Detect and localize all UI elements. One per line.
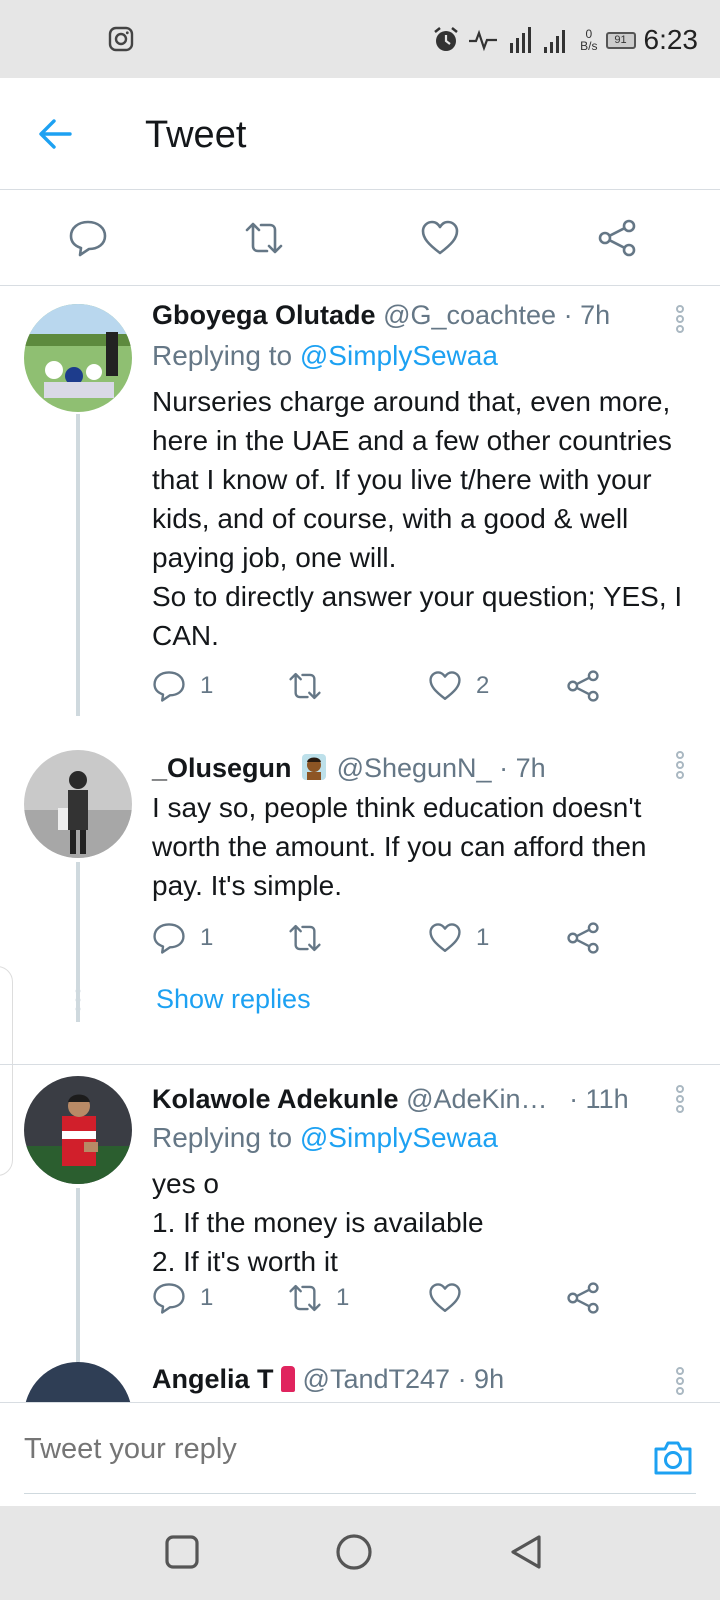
mention-link[interactable]: @SimplySewaa [300, 340, 498, 371]
tweet-time: · 11h [569, 1084, 629, 1114]
tweet-action-bar [0, 190, 720, 286]
replying-to: Replying to @SimplySewaa [152, 1122, 498, 1153]
thread-line [76, 1188, 80, 1388]
reply-icon[interactable] [68, 218, 108, 258]
tweet-time: · 7h [499, 753, 546, 783]
retweet-icon[interactable] [244, 218, 284, 258]
avatar[interactable] [24, 750, 132, 858]
signal-icon [510, 27, 566, 53]
tweet-time: · 7h [563, 300, 611, 330]
reply-button[interactable]: 1 [152, 669, 213, 703]
share-icon [567, 1282, 599, 1314]
like-icon[interactable] [420, 218, 460, 258]
retweet-button[interactable] [288, 669, 336, 703]
page-title: Tweet [145, 114, 247, 156]
reply-underline [24, 1493, 696, 1494]
man-emoji-icon [299, 752, 329, 782]
like-button[interactable]: 1 [428, 921, 489, 955]
author-name[interactable]: Gboyega Olutade [152, 300, 376, 330]
share-button[interactable] [566, 1281, 600, 1315]
reply-composer [0, 1402, 720, 1506]
more-options-icon[interactable] [672, 750, 688, 780]
retweet-button[interactable] [288, 921, 336, 955]
net-speed: 0 B/s [580, 27, 598, 53]
reply-icon [153, 923, 185, 954]
share-icon [567, 670, 599, 702]
author-handle[interactable]: @AdeKin… [406, 1084, 547, 1114]
instagram-icon [108, 26, 134, 52]
author-handle[interactable]: @TandT247 [303, 1364, 451, 1394]
tweet-text: I say so, people think education doesn't… [152, 792, 647, 901]
replying-to: Replying to @SimplySewaa [152, 340, 498, 371]
back-arrow-icon[interactable] [36, 114, 76, 154]
recents-icon[interactable] [162, 1532, 202, 1572]
like-count: 2 [476, 672, 490, 699]
thread-dots-icon [75, 988, 81, 1012]
status-time: 6:23 [643, 24, 699, 55]
retweet-icon [289, 672, 321, 700]
tweet-text: yes o 1. If the money is available 2. If… [152, 1168, 484, 1277]
share-button[interactable] [566, 921, 600, 955]
more-options-icon[interactable] [672, 1366, 688, 1396]
author-name[interactable]: Angelia T [152, 1364, 274, 1394]
share-button[interactable] [566, 669, 600, 703]
author-handle[interactable]: @G_coachtee [383, 300, 556, 330]
like-icon [429, 923, 461, 952]
like-count: 1 [476, 924, 490, 951]
like-icon [429, 671, 461, 700]
retweet-button[interactable]: 1 [288, 1281, 349, 1315]
tweet-text: Nurseries charge around that, even more,… [152, 386, 683, 651]
battery-icon: 91 [605, 31, 636, 49]
like-button[interactable]: 2 [428, 669, 489, 703]
tweet-header: _Olusegun @ShegunN_ · 7h [152, 752, 546, 784]
show-replies-link[interactable]: Show replies [156, 984, 311, 1015]
retweet-icon [289, 924, 321, 952]
mention-link[interactable]: @SimplySewaa [300, 1122, 498, 1153]
reply-icon [153, 1283, 185, 1314]
replies-feed[interactable]: Gboyega Olutade @G_coachtee · 7h Replyin… [0, 286, 720, 1402]
header: Tweet [0, 78, 720, 190]
alarm-icon [434, 27, 458, 51]
share-icon[interactable] [597, 218, 637, 258]
tweet-header: Gboyega Olutade @G_coachtee · 7h [152, 300, 610, 331]
tweet-header: Angelia T @TandT247 · 9h [152, 1364, 504, 1395]
system-nav-bar [0, 1506, 720, 1600]
activity-icon [469, 29, 498, 52]
author-handle[interactable]: @ShegunN_ [337, 753, 492, 783]
share-icon [567, 922, 599, 954]
like-icon [429, 1283, 461, 1312]
reply-count: 1 [200, 672, 214, 699]
avatar[interactable] [24, 1076, 132, 1184]
edge-panel-handle[interactable] [0, 966, 13, 1176]
home-icon[interactable] [334, 1532, 374, 1572]
reply-input[interactable] [24, 1433, 584, 1466]
author-name[interactable]: Kolawole Adekunle [152, 1084, 399, 1114]
retweet-icon [289, 1284, 321, 1312]
reply-button[interactable]: 1 [152, 921, 213, 955]
retweet-count: 1 [336, 1284, 350, 1311]
lipstick-emoji-icon [281, 1366, 296, 1392]
thread-line [76, 414, 80, 716]
back-icon[interactable] [506, 1532, 546, 1572]
avatar[interactable] [24, 304, 132, 412]
more-options-icon[interactable] [672, 1084, 688, 1114]
reply-icon [153, 671, 185, 702]
reply-button[interactable]: 1 [152, 1281, 213, 1315]
more-options-icon[interactable] [672, 304, 688, 334]
tweet-header: Kolawole Adekunle @AdeKin… · 11h [152, 1084, 642, 1115]
tweet-time: · 9h [457, 1364, 505, 1394]
avatar[interactable] [24, 1362, 132, 1402]
reply-count: 1 [200, 924, 214, 951]
status-bar: 0 B/s 91 6:23 [0, 0, 720, 78]
reply-count: 1 [200, 1284, 214, 1311]
like-button[interactable] [428, 1281, 476, 1315]
camera-icon[interactable] [652, 1439, 694, 1477]
divider [0, 1064, 720, 1065]
author-name[interactable]: _Olusegun [152, 753, 292, 783]
